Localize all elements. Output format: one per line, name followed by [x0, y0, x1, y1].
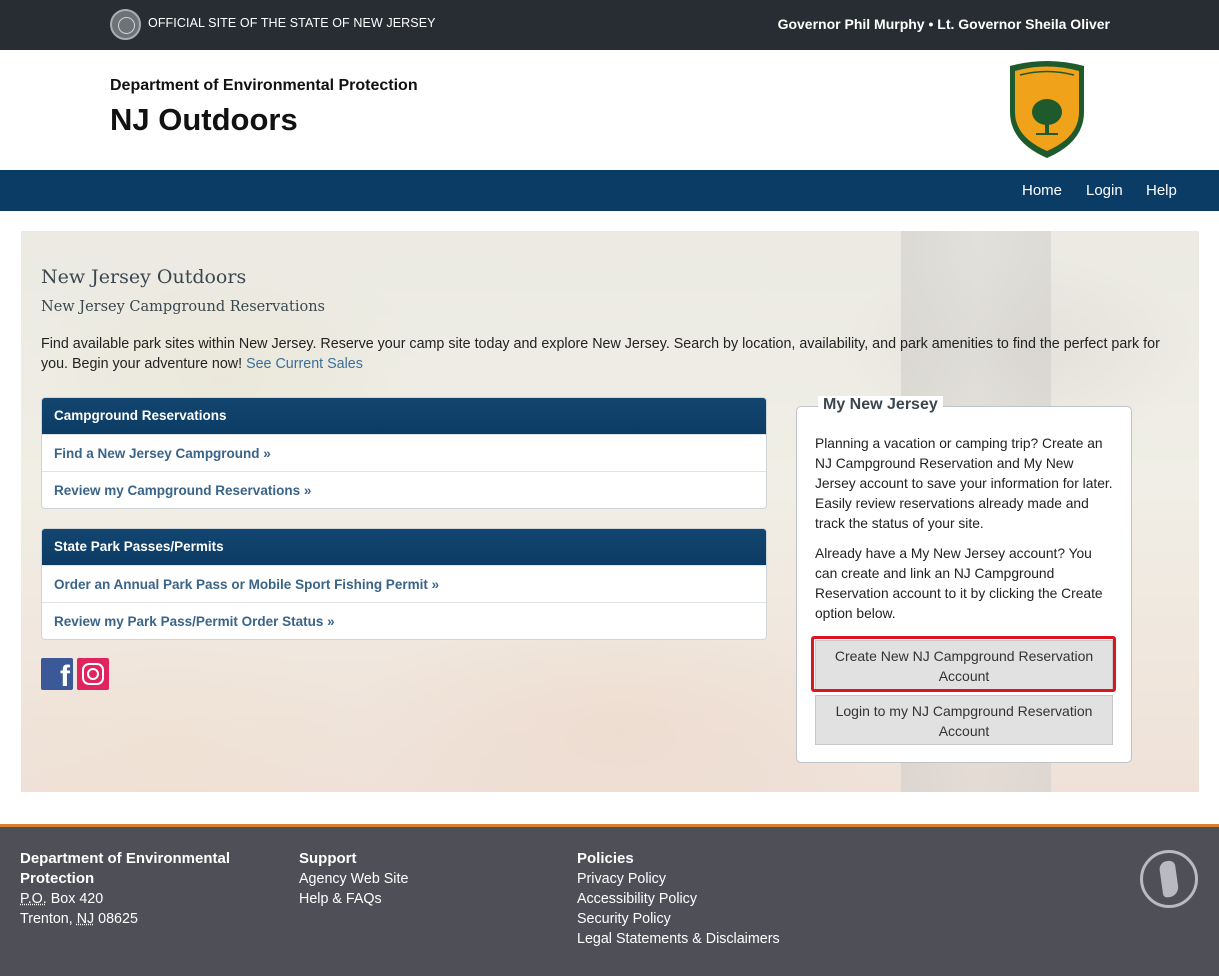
nav-home-link[interactable]: Home — [1022, 182, 1062, 199]
my-new-jersey-legend: My New Jersey — [818, 396, 943, 414]
my-nj-link-text: Already have a My New Jersey account? Yo… — [815, 546, 1103, 621]
my-nj-info-text: Planning a vacation or camping trip? Cre… — [815, 436, 1113, 531]
footer-policies-heading: Policies — [577, 850, 634, 867]
login-account-button[interactable]: Login to my NJ Campground Reservation Ac… — [815, 695, 1113, 745]
privacy-policy-link[interactable]: Privacy Policy — [577, 869, 780, 889]
campground-reservations-panel: Campground Reservations Find a New Jerse… — [41, 397, 767, 509]
official-site-text: OFFICIAL SITE OF THE STATE OF NEW JERSEY — [148, 16, 436, 30]
accessibility-policy-link[interactable]: Accessibility Policy — [577, 889, 780, 909]
footer-dept-column: Department of Environmental Protection P… — [20, 849, 260, 929]
footer-support-column: Support Agency Web Site Help & FAQs — [299, 849, 408, 909]
main-nav: Home Login Help — [0, 170, 1219, 211]
agency-web-site-link[interactable]: Agency Web Site — [299, 869, 408, 889]
review-reservations-link[interactable]: Review my Campground Reservations » — [42, 471, 766, 508]
legal-statements-link[interactable]: Legal Statements & Disclaimers — [577, 929, 780, 949]
site-footer: Department of Environmental Protection P… — [0, 824, 1219, 976]
page-heading: New Jersey Outdoors — [41, 266, 247, 288]
nav-help-link[interactable]: Help — [1146, 182, 1177, 199]
page-subheading: New Jersey Campground Reservations — [41, 299, 325, 315]
site-title[interactable]: NJ Outdoors — [110, 102, 298, 138]
intro-paragraph: Find available park sites within New Jer… — [41, 334, 1181, 374]
state-abbr: NJ — [76, 911, 95, 927]
nj-state-outline-icon[interactable] — [1140, 850, 1198, 908]
department-name: Department of Environmental Protection — [110, 77, 418, 94]
find-campground-link[interactable]: Find a New Jersey Campground » — [42, 434, 766, 471]
facebook-glyph: f — [60, 660, 70, 693]
site-header: Department of Environmental Protection N… — [0, 50, 1219, 170]
park-passes-panel: State Park Passes/Permits Order an Annua… — [41, 528, 767, 640]
create-account-button[interactable]: Create New NJ Campground Reservation Acc… — [815, 640, 1113, 690]
see-current-sales-link[interactable]: See Current Sales — [246, 356, 363, 372]
passes-panel-title: State Park Passes/Permits — [42, 529, 766, 565]
facebook-icon[interactable]: f — [41, 658, 73, 693]
footer-address-line2: Trenton, NJ 08625 — [20, 909, 260, 929]
review-pass-status-link[interactable]: Review my Park Pass/Permit Order Status … — [42, 602, 766, 639]
nj-state-seal-icon — [110, 9, 141, 40]
po-abbr: P.O. — [20, 891, 47, 907]
footer-dept-heading: Department of Environmental Protection — [20, 850, 231, 887]
footer-support-heading: Support — [299, 850, 357, 867]
po-box: Box 420 — [46, 891, 104, 907]
city: Trenton, — [20, 911, 77, 927]
nav-login-link[interactable]: Login — [1086, 182, 1123, 199]
state-park-service-badge-icon — [1010, 61, 1084, 158]
security-policy-link[interactable]: Security Policy — [577, 909, 780, 929]
official-site-bar: OFFICIAL SITE OF THE STATE OF NEW JERSEY… — [0, 0, 1219, 50]
campground-panel-title: Campground Reservations — [42, 398, 766, 434]
footer-policies-column: Policies Privacy Policy Accessibility Po… — [577, 849, 780, 949]
footer-address-line1: P.O. Box 420 — [20, 889, 260, 909]
governor-text: Governor Phil Murphy • Lt. Governor Shei… — [777, 16, 1110, 32]
zip: 08625 — [94, 911, 138, 927]
intro-text: Find available park sites within New Jer… — [41, 336, 1160, 372]
help-faqs-link[interactable]: Help & FAQs — [299, 889, 408, 909]
instagram-icon[interactable] — [77, 658, 109, 690]
instagram-lens — [87, 668, 99, 680]
order-park-pass-link[interactable]: Order an Annual Park Pass or Mobile Spor… — [42, 565, 766, 602]
